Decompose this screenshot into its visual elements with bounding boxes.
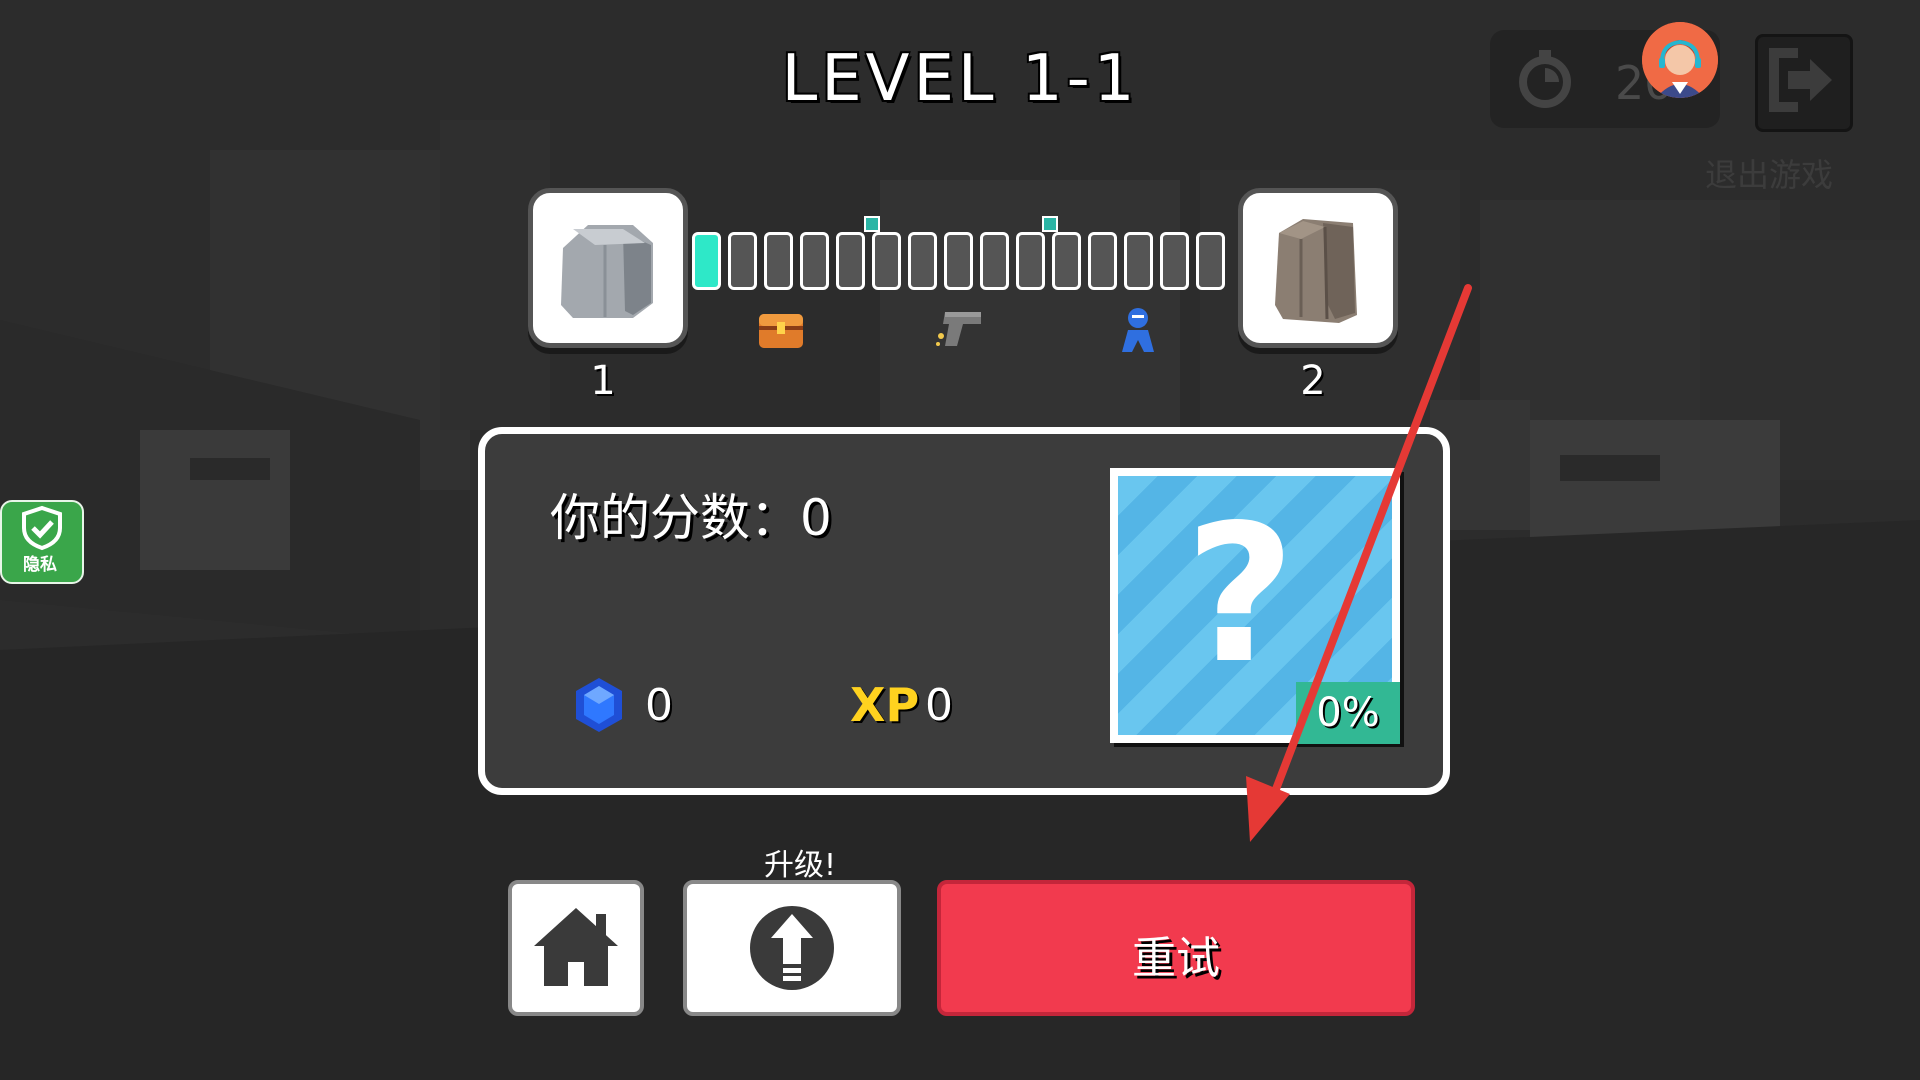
gems-earned-value: 0 bbox=[645, 680, 673, 731]
level-title: LEVEL 1-1 bbox=[781, 42, 1139, 116]
upgrade-arrow-icon bbox=[750, 906, 834, 990]
progress-segment bbox=[1124, 232, 1153, 290]
unlock-progress-tag: 0% bbox=[1296, 682, 1400, 744]
progress-segment bbox=[728, 232, 757, 290]
progress-segment bbox=[764, 232, 793, 290]
pistol-icon bbox=[936, 312, 981, 346]
progress-segment bbox=[800, 232, 829, 290]
progress-segment bbox=[944, 232, 973, 290]
privacy-label: 隐私 bbox=[23, 555, 57, 575]
stopwatch-icon bbox=[1519, 50, 1571, 108]
progress-segment bbox=[836, 232, 865, 290]
xp-earned-value: 0 bbox=[925, 680, 953, 731]
exit-game-label: 退出游戏 bbox=[1705, 156, 1834, 194]
progress-segment bbox=[1088, 232, 1117, 290]
progress-segment bbox=[872, 232, 901, 290]
score-label: 你的分数：0 bbox=[550, 489, 832, 547]
progress-segment bbox=[980, 232, 1009, 290]
progress-segment bbox=[908, 232, 937, 290]
support-avatar[interactable] bbox=[1642, 22, 1718, 98]
grey-rock-icon bbox=[561, 225, 653, 318]
enemy-figure-icon bbox=[1122, 308, 1154, 352]
progress-segment bbox=[1016, 232, 1045, 290]
exit-game-button[interactable] bbox=[1755, 34, 1853, 132]
start-stage-card bbox=[528, 188, 688, 348]
brown-rock-icon bbox=[1275, 219, 1357, 323]
blue-gem-icon bbox=[576, 678, 622, 732]
customer-service-icon bbox=[1642, 22, 1718, 98]
next-stage-number: 2 bbox=[1300, 358, 1326, 404]
level-progress-bar bbox=[692, 232, 1225, 294]
next-stage-card bbox=[1238, 188, 1398, 348]
checkpoint-marker bbox=[864, 216, 880, 232]
progress-segment bbox=[1196, 232, 1225, 290]
retry-label: 重试 bbox=[1132, 933, 1220, 984]
upgrade-caption: 升级! bbox=[763, 848, 837, 883]
start-stage-number: 1 bbox=[590, 358, 616, 404]
progress-segment bbox=[1052, 232, 1081, 290]
treasure-chest-icon bbox=[759, 314, 803, 348]
xp-icon: XP bbox=[850, 678, 920, 732]
checkpoint-marker bbox=[1042, 216, 1058, 232]
home-button[interactable] bbox=[508, 880, 644, 1016]
progress-segment bbox=[1160, 232, 1189, 290]
question-mark-icon: ? bbox=[1185, 484, 1296, 705]
exit-icon bbox=[1769, 48, 1832, 112]
home-icon bbox=[534, 908, 618, 986]
shield-icon bbox=[22, 505, 62, 551]
progress-segment bbox=[692, 232, 721, 290]
upgrade-button[interactable] bbox=[683, 880, 901, 1016]
